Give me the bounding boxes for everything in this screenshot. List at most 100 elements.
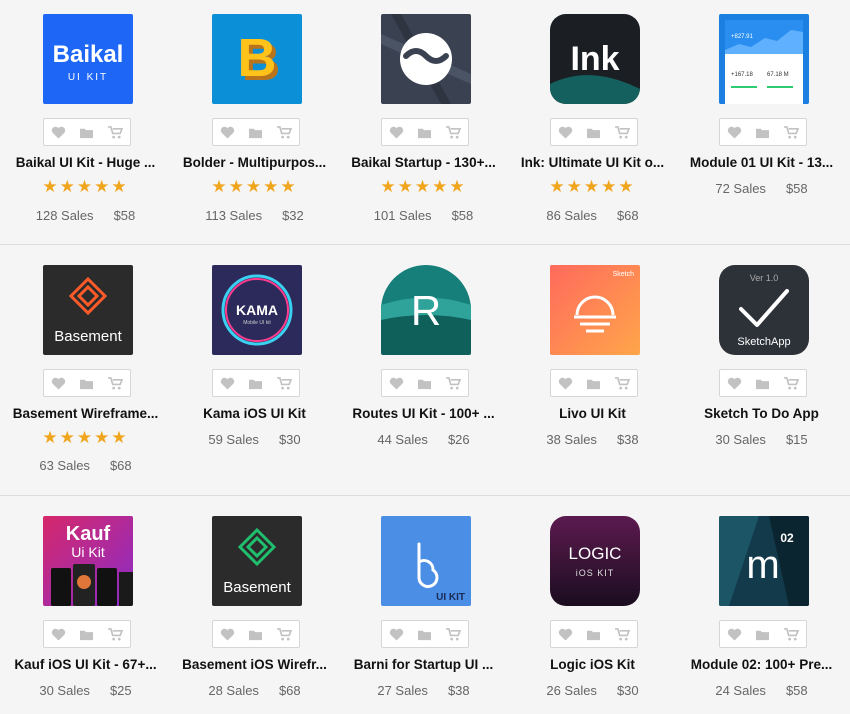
cart-icon[interactable] [443,374,465,392]
product-title[interactable]: Bolder - Multipurpos... [170,155,339,170]
cart-icon[interactable] [781,123,803,141]
kama-ios-icon[interactable]: KAMA Mobile UI kit [212,265,302,355]
heart-icon[interactable] [47,374,69,392]
barni-icon[interactable]: UI KIT [381,516,471,606]
product-title[interactable]: Module 01 UI Kit - 13... [677,155,846,170]
product-title[interactable]: Livo UI Kit [508,406,677,421]
cart-icon[interactable] [443,625,465,643]
folder-icon[interactable] [245,123,267,141]
kauf-ui-kit-icon[interactable]: Kauf Ui Kit [43,516,133,606]
product-title[interactable]: Baikal Startup - 130+... [339,155,508,170]
folder-icon[interactable] [245,374,267,392]
module-02-icon[interactable]: m 02 [719,516,809,606]
folder-icon[interactable] [414,374,436,392]
product-card[interactable]: Basement Basement iOS Wirefr... 28 Sales… [170,496,339,714]
product-card[interactable]: Sketch Livo UI Kit 38 Sales $38 [508,245,677,495]
bolder-b-icon[interactable]: B B [212,14,302,104]
folder-icon[interactable] [583,374,605,392]
heart-icon[interactable] [47,123,69,141]
folder-icon[interactable] [414,625,436,643]
product-card[interactable]: Baikal UI KIT Baikal UI Kit - Huge ... ★… [1,0,170,244]
product-card[interactable]: +827.91 +167.18 67.18 M Module 01 UI Kit… [677,0,846,244]
price: $58 [451,208,474,223]
product-title[interactable]: Logic iOS Kit [508,657,677,672]
routes-r-icon[interactable]: R [381,265,471,355]
product-card[interactable]: B B Bolder - Multipurpos... ★★★★★ 113 Sa… [170,0,339,244]
logic-ios-icon[interactable]: LOGIC iOS KIT [550,516,640,606]
cart-icon[interactable] [612,374,634,392]
product-card[interactable]: Baikal Startup - 130+... ★★★★★ 101 Sales… [339,0,508,244]
folder-icon[interactable] [752,123,774,141]
heart-icon[interactable] [554,625,576,643]
folder-icon[interactable] [76,374,98,392]
svg-text:KAMA: KAMA [236,302,278,318]
cart-icon[interactable] [612,625,634,643]
product-card[interactable]: m 02 Module 02: 100+ Pre... 24 Sales $58 [677,496,846,714]
folder-icon[interactable] [583,123,605,141]
baikal-startup-icon[interactable] [381,14,471,104]
heart-icon[interactable] [216,625,238,643]
action-bar [719,620,807,648]
baikal-ui-kit-icon[interactable]: Baikal UI KIT [43,14,133,104]
product-title[interactable]: Barni for Startup UI ... [339,657,508,672]
cart-icon[interactable] [781,625,803,643]
product-card[interactable]: LOGIC iOS KIT Logic iOS Kit 26 Sales $30 [508,496,677,714]
product-title[interactable]: Baikal UI Kit - Huge ... [1,155,170,170]
folder-icon[interactable] [414,123,436,141]
product-title[interactable]: Ink: Ultimate UI Kit o... [508,155,677,170]
heart-icon[interactable] [554,374,576,392]
product-card[interactable]: Ink Ink: Ultimate UI Kit o... ★★★★★ 86 S… [508,0,677,244]
svg-text:LOGIC: LOGIC [569,544,622,563]
svg-text:iOS KIT: iOS KIT [576,568,615,578]
cart-icon[interactable] [105,374,127,392]
product-title[interactable]: Basement Wireframe... [1,406,170,421]
cart-icon[interactable] [443,123,465,141]
product-title[interactable]: Kauf iOS UI Kit - 67+... [1,657,170,672]
product-title[interactable]: Basement iOS Wirefr... [170,657,339,672]
livo-sunset-icon[interactable]: Sketch [550,265,640,355]
cart-icon[interactable] [274,625,296,643]
heart-icon[interactable] [723,625,745,643]
ink-icon[interactable]: Ink [550,14,640,104]
folder-icon[interactable] [76,123,98,141]
product-card[interactable]: Basement Basement Wireframe... ★★★★★ 63 … [1,245,170,495]
product-title[interactable]: Routes UI Kit - 100+ ... [339,406,508,421]
heart-icon[interactable] [723,123,745,141]
folder-icon[interactable] [76,625,98,643]
sketchapp-check-icon[interactable]: Ver 1.0 SketchApp [719,265,809,355]
product-title[interactable]: Module 02: 100+ Pre... [677,657,846,672]
product-title[interactable]: Sketch To Do App [677,406,846,421]
product-card[interactable]: Ver 1.0 SketchApp Sketch To Do App 30 Sa… [677,245,846,495]
product-card[interactable]: R Routes UI Kit - 100+ ... 44 Sales $26 [339,245,508,495]
heart-icon[interactable] [216,123,238,141]
folder-icon[interactable] [752,625,774,643]
folder-icon[interactable] [583,625,605,643]
cart-icon[interactable] [274,123,296,141]
folder-icon[interactable] [245,625,267,643]
cart-icon[interactable] [274,374,296,392]
heart-icon[interactable] [385,123,407,141]
heart-icon[interactable] [385,374,407,392]
action-bar [381,620,469,648]
basement-ios-icon[interactable]: Basement [212,516,302,606]
product-card[interactable]: UI KIT Barni for Startup UI ... 27 Sales… [339,496,508,714]
cart-icon[interactable] [612,123,634,141]
heart-icon[interactable] [723,374,745,392]
svg-text:Kauf: Kauf [66,523,111,545]
sales-count: 27 Sales [377,683,428,698]
cart-icon[interactable] [781,374,803,392]
sales-price: 72 Sales $58 [677,181,846,196]
rating-stars: ★★★★★ [380,177,467,196]
heart-icon[interactable] [554,123,576,141]
product-card[interactable]: KAMA Mobile UI kit Kama iOS UI Kit 59 Sa… [170,245,339,495]
module-01-dashboard-icon[interactable]: +827.91 +167.18 67.18 M [719,14,809,104]
heart-icon[interactable] [47,625,69,643]
heart-icon[interactable] [385,625,407,643]
cart-icon[interactable] [105,123,127,141]
folder-icon[interactable] [752,374,774,392]
basement-wireframe-icon[interactable]: Basement [43,265,133,355]
cart-icon[interactable] [105,625,127,643]
heart-icon[interactable] [216,374,238,392]
product-title[interactable]: Kama iOS UI Kit [170,406,339,421]
product-card[interactable]: Kauf Ui Kit Kauf iOS UI Kit - 67+... 30 … [1,496,170,714]
